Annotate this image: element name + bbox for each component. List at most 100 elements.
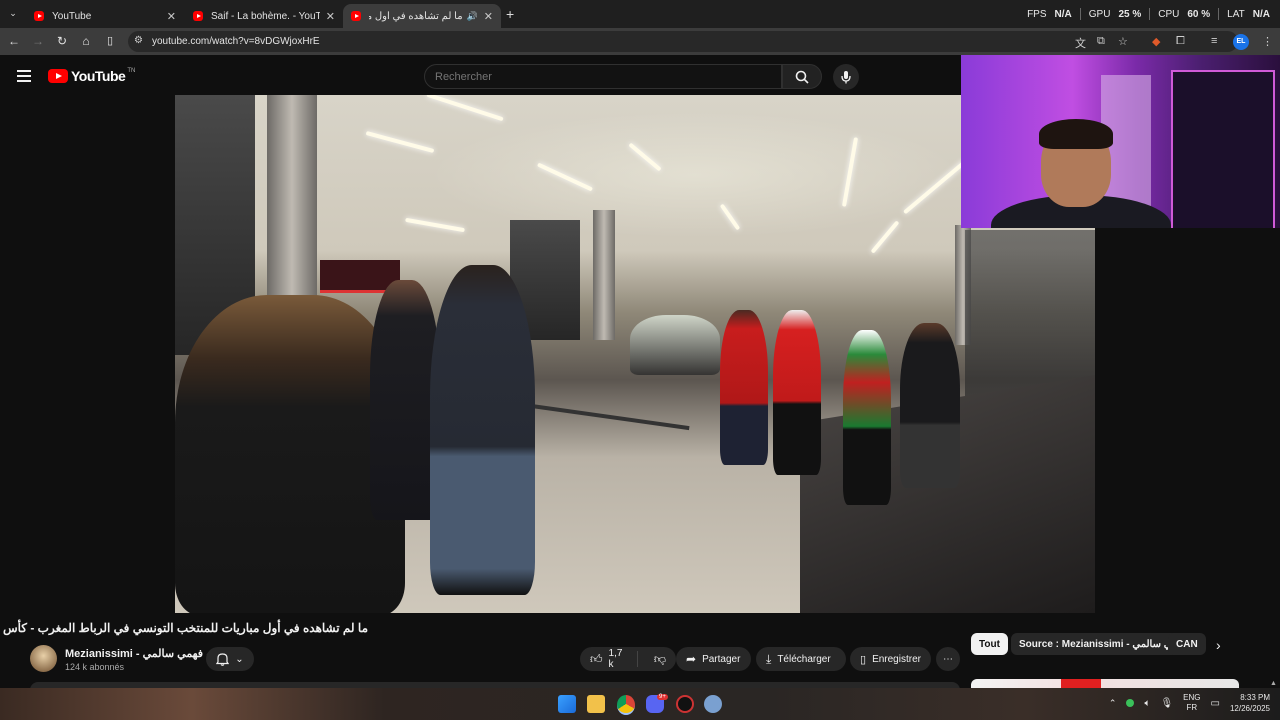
fps-value: N/A bbox=[1054, 8, 1072, 20]
notifications-icon[interactable]: ▭ bbox=[1211, 698, 1220, 709]
windows-start-icon[interactable] bbox=[558, 695, 576, 713]
voice-search-button[interactable] bbox=[833, 64, 859, 90]
home-icon[interactable]: ⌂ bbox=[78, 34, 94, 48]
close-tab-icon[interactable]: ✕ bbox=[326, 10, 335, 23]
browser-tab-active[interactable]: ما لم تشاهده في أول مباراة 🔊 ✕ bbox=[343, 4, 501, 28]
file-explorer-icon[interactable] bbox=[587, 695, 605, 713]
close-tab-icon[interactable]: ✕ bbox=[484, 10, 493, 23]
dislike-button[interactable]: 👎︎ bbox=[644, 652, 676, 667]
discord-badge: 9+ bbox=[657, 694, 668, 700]
like-button[interactable]: 👍︎ 1,7 k bbox=[580, 648, 638, 670]
extension-icon[interactable]: ◆ bbox=[1152, 35, 1160, 48]
translate-icon[interactable]: 文 bbox=[1075, 35, 1086, 51]
like-count: 1,7 k bbox=[608, 648, 623, 670]
close-tab-icon[interactable]: ✕ bbox=[167, 10, 176, 23]
hamburger-menu-icon[interactable] bbox=[17, 70, 31, 82]
video-player[interactable] bbox=[175, 95, 1095, 613]
streamer-hair bbox=[1039, 119, 1113, 149]
app-icon[interactable] bbox=[676, 695, 694, 713]
gpu-label: GPU bbox=[1088, 8, 1111, 20]
channel-avatar[interactable] bbox=[30, 645, 57, 672]
gpu-value: 25 % bbox=[1118, 8, 1142, 20]
divider bbox=[1218, 8, 1220, 20]
settings-app-icon[interactable] bbox=[704, 695, 722, 713]
video-title: ما لم تشاهده في أول مباريات للمنتخب التو… bbox=[0, 621, 368, 635]
bookmark-star-icon[interactable]: ☆ bbox=[1118, 35, 1128, 48]
lang-top: ENG bbox=[1183, 693, 1201, 702]
search-input[interactable] bbox=[425, 65, 775, 88]
person bbox=[843, 330, 891, 505]
back-icon[interactable]: ← bbox=[6, 34, 22, 48]
cpu-value: 60 % bbox=[1187, 8, 1211, 20]
media-controls-icon[interactable]: ≡ bbox=[1211, 35, 1217, 47]
browser-tab-saif[interactable]: Saif - La bohème. - YouTube ✕ bbox=[185, 4, 343, 28]
ceiling-light bbox=[870, 220, 900, 254]
audio-playing-icon[interactable]: 🔊 bbox=[467, 11, 478, 22]
chevron-down-icon: ⌄ bbox=[235, 653, 244, 665]
thumbs-up-icon: 👍︎ bbox=[590, 651, 603, 666]
browser-tab-youtube[interactable]: YouTube ✕ bbox=[26, 4, 184, 28]
mic-tray-icon[interactable]: 🎙︎ bbox=[1160, 698, 1173, 709]
share-label: Partager bbox=[702, 653, 741, 665]
url-text[interactable]: youtube.com/watch?v=8vDGWjoxHrE bbox=[152, 36, 320, 47]
install-app-icon[interactable]: ⧉ bbox=[1097, 35, 1105, 48]
ceiling-light bbox=[719, 203, 741, 231]
youtube-favicon-icon bbox=[351, 11, 361, 21]
profile-avatar[interactable]: EL bbox=[1233, 34, 1249, 50]
download-button[interactable]: ⤓ Télécharger bbox=[756, 647, 846, 671]
browser-menu-icon[interactable]: ⋮ bbox=[1262, 35, 1273, 48]
reload-icon[interactable]: ↻ bbox=[54, 34, 70, 48]
download-label: Télécharger bbox=[777, 653, 831, 665]
youtube-wordmark: YouTube bbox=[71, 68, 126, 84]
tab-search-button[interactable]: ⌄ bbox=[6, 8, 20, 20]
ceiling-light bbox=[365, 131, 435, 153]
tray-overflow-icon[interactable]: ⌃ bbox=[1109, 698, 1117, 709]
performance-overlay: FPS N/A GPU 25 % CPU 60 % LAT N/A bbox=[1027, 8, 1270, 20]
tab-title: Saif - La bohème. - YouTube bbox=[211, 10, 320, 22]
split-view-icon[interactable]: ▯ bbox=[102, 34, 118, 47]
share-arrow-icon: ➦ bbox=[686, 652, 697, 666]
windows-taskbar bbox=[0, 688, 1280, 720]
youtube-logo[interactable]: YouTube TN bbox=[48, 68, 135, 84]
lat-value: N/A bbox=[1252, 8, 1270, 20]
ceiling-light bbox=[536, 162, 594, 192]
person bbox=[630, 315, 720, 375]
clock-time: 8:33 PM bbox=[1240, 693, 1270, 702]
like-dislike-group: 👍︎ 1,7 k 👎︎ bbox=[580, 647, 676, 671]
clock-date: 12/26/2025 bbox=[1229, 704, 1270, 713]
thumbs-down-icon: 👎︎ bbox=[653, 651, 666, 666]
clock[interactable]: 8:33 PM 12/26/2025 bbox=[1230, 692, 1270, 714]
country-code: TN bbox=[127, 68, 136, 74]
channel-name[interactable]: Mezianissimi - فهمي سالمي ✔ bbox=[65, 647, 213, 660]
youtube-play-icon bbox=[48, 69, 68, 83]
person bbox=[900, 323, 960, 488]
status-green-icon[interactable] bbox=[1126, 699, 1135, 707]
save-button[interactable]: ▯ Enregistrer bbox=[850, 647, 931, 671]
floor-stripe bbox=[530, 403, 690, 431]
speaker-icon[interactable]: 🔈︎ bbox=[1144, 698, 1150, 709]
new-tab-button[interactable]: + bbox=[506, 6, 514, 22]
bell-icon bbox=[216, 653, 230, 666]
extensions-puzzle-icon[interactable]: ⧠ bbox=[1176, 35, 1185, 48]
forward-icon[interactable]: → bbox=[30, 34, 46, 48]
search-button[interactable] bbox=[782, 64, 822, 89]
chrome-icon[interactable] bbox=[617, 695, 635, 715]
notification-button[interactable]: ⌄ bbox=[206, 647, 254, 671]
share-button[interactable]: ➦ Partager bbox=[676, 647, 751, 671]
webcam-overlay bbox=[961, 55, 1280, 228]
chevron-right-icon[interactable]: › bbox=[1216, 637, 1221, 653]
divider bbox=[1079, 8, 1081, 20]
chip-can[interactable]: CAN bbox=[1168, 633, 1206, 655]
lat-label: LAT bbox=[1227, 8, 1245, 20]
pillar bbox=[593, 210, 615, 340]
microphone-icon bbox=[841, 71, 851, 84]
more-actions-button[interactable]: ⋯ bbox=[936, 647, 960, 671]
tab-title: ما لم تشاهده في أول مباراة bbox=[369, 10, 463, 22]
ceiling-light bbox=[405, 217, 465, 233]
language-indicator[interactable]: ENG FR bbox=[1183, 693, 1200, 713]
search-box[interactable] bbox=[424, 64, 782, 89]
ceiling-light bbox=[841, 137, 859, 207]
cpu-label: CPU bbox=[1158, 8, 1180, 20]
chip-all[interactable]: Tout bbox=[971, 633, 1008, 655]
site-info-icon[interactable]: ⚙ bbox=[134, 35, 143, 46]
